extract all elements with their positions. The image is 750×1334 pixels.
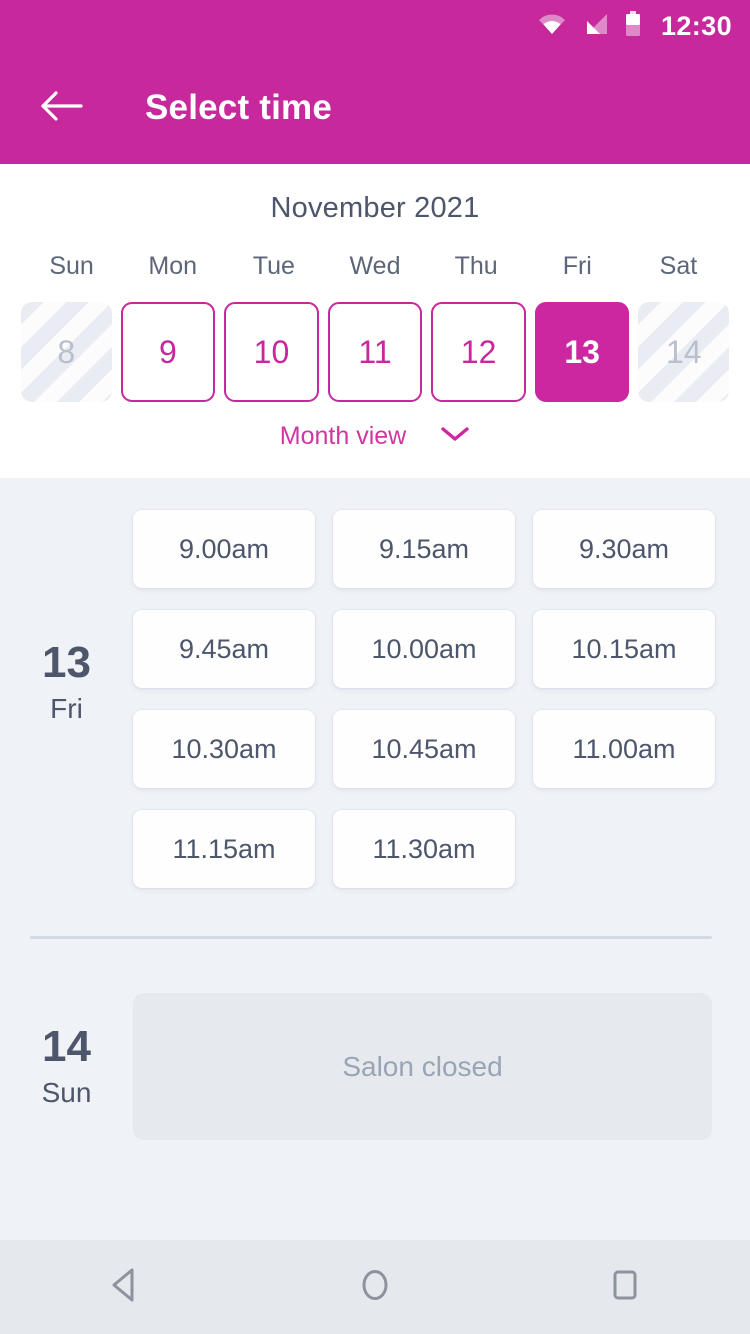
time-slot[interactable]: 9.15am <box>333 510 515 588</box>
time-slot[interactable]: 10.15am <box>533 610 715 688</box>
day-tag-13: 13 Fri <box>0 478 133 888</box>
month-view-label: Month view <box>279 422 407 450</box>
chevron-down-icon <box>440 425 470 448</box>
day-cells-row: 8 9 10 11 12 13 14 <box>0 302 750 402</box>
time-slot[interactable]: 10.45am <box>333 710 515 788</box>
weekday-label-tue: Tue <box>252 252 295 280</box>
weekday-label-sun: Sun <box>49 252 94 280</box>
day-tag-number: 14 <box>42 1021 91 1071</box>
day-group-14: 14 Sun Salon closed <box>0 993 750 1140</box>
time-slot[interactable]: 9.00am <box>133 510 315 588</box>
back-triangle-icon <box>108 1266 142 1309</box>
day-cell-13[interactable]: 13 <box>534 302 630 402</box>
salon-closed-card: Salon closed <box>133 993 712 1140</box>
back-arrow-icon <box>39 90 83 127</box>
day-cell-14: 14 <box>638 302 730 402</box>
day-group-13: 13 Fri 9.00am 9.15am 9.30am 9.45am 10.00… <box>0 478 750 888</box>
home-circle-icon <box>356 1264 394 1311</box>
day-tag-dow: Fri <box>50 693 83 724</box>
schedule-content: 13 Fri 9.00am 9.15am 9.30am 9.45am 10.00… <box>0 478 750 1240</box>
time-slot[interactable]: 11.15am <box>133 810 315 888</box>
android-nav-bar <box>0 1240 750 1334</box>
nav-home-button[interactable] <box>320 1240 430 1334</box>
time-slot[interactable]: 9.45am <box>133 610 315 688</box>
recents-square-icon <box>608 1266 642 1309</box>
time-slots-grid: 9.00am 9.15am 9.30am 9.45am 10.00am 10.1… <box>133 478 715 888</box>
time-slot[interactable]: 9.30am <box>533 510 715 588</box>
status-bar: 12:30 <box>0 0 750 52</box>
day-tag-14: 14 Sun <box>0 1021 133 1109</box>
day-cell-12[interactable]: 12 <box>431 302 526 402</box>
time-slot[interactable]: 11.00am <box>533 710 715 788</box>
status-clock: 12:30 <box>660 10 732 41</box>
day-tag-dow: Sun <box>41 1076 92 1108</box>
weekday-label-mon: Mon <box>148 252 198 280</box>
wifi-icon <box>537 12 567 41</box>
back-button[interactable] <box>34 81 88 135</box>
battery-icon <box>625 10 641 42</box>
month-label: November 2021 <box>270 192 480 224</box>
app-bar: Select time <box>0 52 750 164</box>
status-icons <box>537 10 641 42</box>
weekday-label-thu: Thu <box>454 252 498 280</box>
weekday-label-wed: Wed <box>349 252 401 280</box>
nav-back-button[interactable] <box>70 1240 180 1334</box>
weekday-header-row: Sun Mon Tue Wed Thu Fri Sat <box>0 252 750 281</box>
day-cell-11[interactable]: 11 <box>327 302 423 402</box>
month-view-toggle[interactable]: Month view <box>280 422 470 451</box>
day-cell-8: 8 <box>21 302 112 402</box>
calendar-card: November 2021 Sun Mon Tue Wed Thu Fri Sa… <box>0 164 750 478</box>
weekday-label-sat: Sat <box>659 252 698 280</box>
day-tag-number: 13 <box>42 638 91 687</box>
section-divider <box>30 936 712 939</box>
weekday-label-fri: Fri <box>562 252 592 280</box>
page-title: Select time <box>145 88 333 127</box>
signal-icon <box>583 12 609 41</box>
time-slot[interactable]: 11.30am <box>333 810 515 888</box>
day-cell-10[interactable]: 10 <box>224 302 319 402</box>
nav-recents-button[interactable] <box>570 1240 680 1334</box>
time-slot[interactable]: 10.00am <box>333 610 515 688</box>
time-slot[interactable]: 10.30am <box>133 710 315 788</box>
day-cell-9[interactable]: 9 <box>120 302 216 402</box>
